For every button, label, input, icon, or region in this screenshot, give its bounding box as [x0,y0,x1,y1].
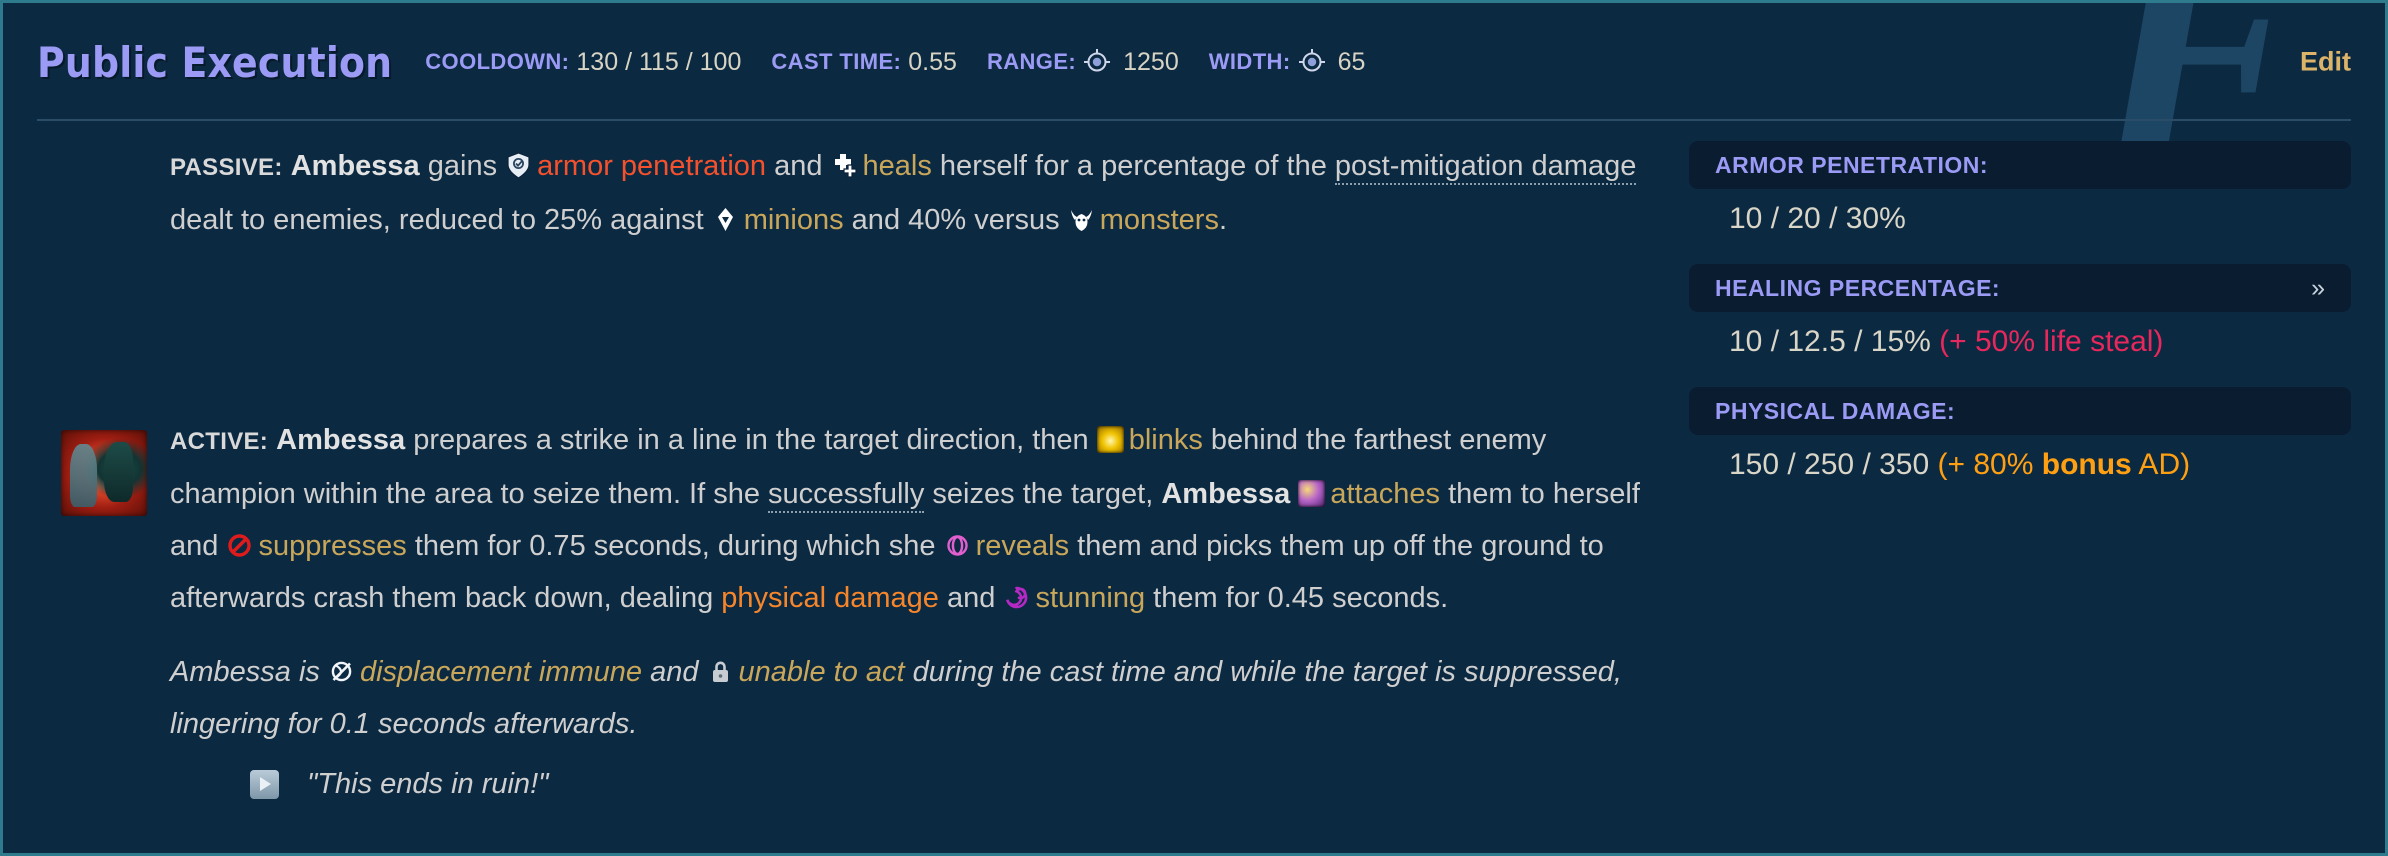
blink-icon [1096,426,1124,453]
ability-icon-figure-left [69,443,98,508]
active-text-9: them for 0.45 seconds. [1145,582,1449,614]
minion-icon [712,206,739,233]
stat-width: WIDTH: 65 [1209,48,1366,77]
description-column: PASSIVE: Ambessa gains armor penetration… [37,121,1657,801]
passive-text-5: and 40% versus [843,204,1068,236]
stat-cooldown-value: 130 / 115 / 100 [576,47,742,76]
keyword-monsters: monsters [1099,204,1219,236]
keyword-heals: heals [862,150,932,182]
ability-header: Public Execution COOLDOWN: 130 / 115 / 1… [3,3,2385,121]
stat-cast-time: CAST TIME: 0.55 [771,48,957,77]
range-icon [1084,49,1111,75]
keyword-blinks: blinks [1128,424,1203,456]
panel-physical-damage-base: 150 / 250 / 350 [1729,448,1930,481]
passive-text-3: herself for a percentage of the [931,150,1335,182]
passive-post-mitigation-term[interactable]: post-mitigation damage [1334,150,1637,185]
panel-healing-percentage-value: 10 / 12.5 / 15% (+ 50% life steal) [1689,312,2351,359]
ability-icon-figure-right [104,442,134,503]
heal-icon [831,152,858,179]
panel-physical-damage: PHYSICAL DAMAGE: 150 / 250 / 350 (+ 80% … [1689,387,2351,482]
panel-healing-percentage-ratio: (+ 50% life steal) [1939,325,2164,358]
panel-healing-percentage-base: 10 / 12.5 / 15% [1729,325,1931,358]
ability-stats: COOLDOWN: 130 / 115 / 100 CAST TIME: 0.5… [425,48,1365,77]
passive-champion-name: Ambessa [290,150,420,182]
passive-description: PASSIVE: Ambessa gains armor penetration… [37,121,1657,246]
active-tag: ACTIVE: [170,428,269,455]
attach-icon [1298,480,1326,507]
panel-physical-damage-header[interactable]: PHYSICAL DAMAGE: [1689,387,2351,435]
active-note: Ambessa is displacement immune and unabl… [37,646,1657,750]
keyword-stunning: stunning [1035,582,1146,614]
keyword-minions: minions [743,204,844,236]
panel-healing-percentage-chevron-icon[interactable]: » [2311,275,2325,301]
note-text-1: is [290,656,328,688]
displacement-immune-icon [328,658,355,685]
stat-cast-time-label: CAST TIME: [771,49,902,74]
reveal-icon [944,532,971,559]
ability-icon[interactable] [61,430,147,516]
stat-cooldown-label: COOLDOWN: [425,49,570,74]
passive-text-4: dealt to enemies, reduced to 25% against [170,204,712,236]
note-champion-name: Ambessa [170,656,291,688]
keyword-attaches: attaches [1330,478,1441,510]
stat-cast-time-value: 0.55 [908,47,957,76]
active-champion-name: Ambessa [276,424,406,456]
stat-range-value: 1250 [1123,47,1179,76]
passive-tag: PASSIVE: [170,154,283,181]
keyword-armor-penetration: armor penetration [537,150,767,182]
stat-range: RANGE: 1250 [987,48,1179,77]
keyword-displacement-immune: displacement immune [359,656,643,688]
stun-icon [1003,584,1030,611]
stat-width-label: WIDTH: [1208,49,1291,74]
panel-armor-penetration-title: ARMOR PENETRATION: [1715,151,1989,178]
stat-cooldown: COOLDOWN: 130 / 115 / 100 [425,48,741,77]
stat-range-label: RANGE: [986,49,1077,74]
voice-line-text: "This ends in ruin!" [307,768,549,800]
page-title: Public Execution [37,37,393,87]
passive-text-1: gains [419,150,506,182]
panel-physical-damage-ratio: (+ 80% bonus AD) [1937,448,2191,481]
panel-healing-percentage: HEALING PERCENTAGE: » 10 / 12.5 / 15% (+… [1689,264,2351,359]
active-text-6: them for 0.75 seconds, during which she [406,530,944,562]
keyword-reveals: reveals [975,530,1070,562]
active-champion-name-2: Ambessa [1161,478,1291,510]
keyword-physical-damage: physical damage [721,582,939,614]
passive-text-2: and [766,150,831,182]
active-text-3: seizes the target, [924,478,1162,510]
monster-icon [1068,206,1095,233]
edit-button[interactable]: Edit [2300,47,2351,78]
keyword-suppresses: suppresses [258,530,407,562]
active-text-4 [1290,478,1298,510]
panel-armor-penetration-header[interactable]: ARMOR PENETRATION: [1689,141,2351,189]
ability-tooltip-window: F Public Execution COOLDOWN: 130 / 115 /… [0,0,2388,856]
lock-icon [707,658,734,685]
panel-physical-damage-title: PHYSICAL DAMAGE: [1715,397,1956,424]
voice-line-row: "This ends in ruin!" [37,768,1657,801]
passive-text-6: . [1218,204,1228,236]
active-description: ACTIVE: Ambessa prepares a strike in a l… [37,414,1657,624]
tooltip-body: PASSIVE: Ambessa gains armor penetration… [3,121,2385,801]
panel-armor-penetration: ARMOR PENETRATION: 10 / 20 / 30% [1689,141,2351,236]
active-successfully-term[interactable]: successfully [768,478,925,513]
stats-panel-column: ARMOR PENETRATION: 10 / 20 / 30% HEALING… [1657,121,2351,801]
panel-healing-percentage-header[interactable]: HEALING PERCENTAGE: » [1689,264,2351,312]
suppress-icon [226,532,253,559]
panel-healing-percentage-title: HEALING PERCENTAGE: [1715,274,2001,301]
play-icon[interactable] [250,770,279,799]
active-text-8: and [938,582,1004,614]
panel-physical-damage-value: 150 / 250 / 350 (+ 80% bonus AD) [1689,435,2351,482]
width-range-icon [1298,49,1325,75]
stat-width-value: 65 [1337,47,1366,76]
armor-penetration-icon [505,152,532,179]
keyword-unable-to-act: unable to act [738,656,905,688]
panel-armor-penetration-value: 10 / 20 / 30% [1689,189,2351,236]
active-text-1: prepares a strike in a line in the targe… [405,424,1097,456]
note-text-2: and [642,656,707,688]
panel-armor-penetration-base: 10 / 20 / 30% [1729,202,1906,235]
